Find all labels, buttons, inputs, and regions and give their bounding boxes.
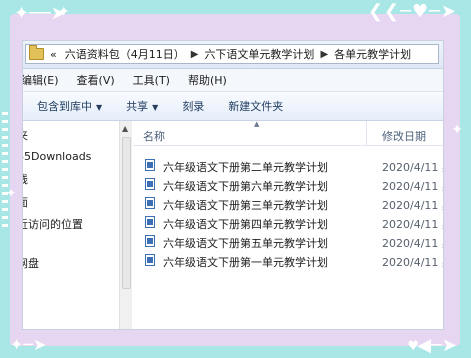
- word-document-icon: [145, 197, 155, 209]
- arrow-decoration-icon: ✦─➤: [10, 335, 47, 354]
- file-date: 2020/4/11 星期: [382, 237, 443, 250]
- word-document-icon: [145, 254, 155, 266]
- overflow-chevron[interactable]: «: [50, 48, 57, 61]
- sort-ascending-icon: ▲: [254, 120, 260, 128]
- file-row[interactable]: 六年级语文下册第六单元教学计划 2020/4/11 星期: [133, 175, 443, 194]
- file-row[interactable]: 六年级语文下册第三单元教学计划 2020/4/11 星期: [133, 194, 443, 213]
- command-bar: 包含到库中 ▼ 共享 ▼ 刻录 新建文件夹: [23, 92, 443, 121]
- nav-item[interactable]: 近访问的位置: [23, 216, 83, 232]
- include-in-library-label: 包含到库中: [37, 100, 92, 113]
- menu-bar: 编辑(E) 查看(V) 工具(T) 帮助(H): [23, 69, 443, 92]
- menu-view[interactable]: 查看(V): [77, 72, 115, 88]
- column-header: 名称 ▲ 修改日期: [133, 120, 443, 146]
- column-divider[interactable]: [366, 121, 367, 145]
- nav-scrollbar[interactable]: ▲: [119, 121, 132, 329]
- breadcrumb-arrow-icon[interactable]: ▶: [191, 49, 199, 60]
- file-row[interactable]: 六年级语文下册第二单元教学计划 2020/4/11 星期: [133, 156, 443, 175]
- address-box[interactable]: « 六语资料包（4月11日） ▶ 六下语文单元教学计划 ▶ 各单元教学计划: [25, 44, 439, 64]
- burn-button[interactable]: 刻录: [182, 98, 204, 114]
- nav-item[interactable]: 夹: [23, 127, 28, 143]
- share-label: 共享: [126, 100, 149, 113]
- nav-item[interactable]: 线: [23, 171, 28, 187]
- include-in-library-button[interactable]: 包含到库中 ▼: [37, 98, 102, 114]
- file-name: 六年级语文下册第三单元教学计划: [163, 199, 328, 212]
- menu-help[interactable]: 帮助(H): [188, 72, 227, 88]
- file-name: 六年级语文下册第五单元教学计划: [163, 237, 328, 250]
- nav-item[interactable]: 网盘: [23, 255, 39, 271]
- menu-edit[interactable]: 编辑(E): [23, 72, 59, 88]
- breadcrumb-item[interactable]: 六语资料包（4月11日）: [65, 46, 185, 62]
- nav-item[interactable]: 面: [23, 194, 28, 210]
- dropdown-arrow-icon: ▼: [96, 103, 103, 112]
- star-decoration-icon: ✦: [451, 122, 463, 138]
- breadcrumb-item[interactable]: 各单元教学计划: [334, 46, 411, 62]
- file-row[interactable]: 六年级语文下册第四单元教学计划 2020/4/11 星期: [133, 213, 443, 232]
- file-name: 六年级语文下册第一单元教学计划: [163, 256, 328, 269]
- file-row[interactable]: 六年级语文下册第五单元教学计划 2020/4/11 星期: [133, 232, 443, 251]
- star-decoration-icon: ✦: [58, 4, 70, 20]
- word-document-icon: [145, 178, 155, 190]
- name-column-header[interactable]: 名称: [143, 128, 165, 144]
- file-row[interactable]: 六年级语文下册第一单元教学计划 2020/4/11 星期: [133, 251, 443, 270]
- stripe-decoration: [2, 112, 8, 232]
- menu-tools[interactable]: 工具(T): [133, 72, 170, 88]
- file-name: 六年级语文下册第二单元教学计划: [163, 161, 328, 174]
- file-date: 2020/4/11 星期: [382, 180, 443, 193]
- file-list: 名称 ▲ 修改日期 六年级语文下册第二单元教学计划 2020/4/11 星期 六…: [133, 120, 443, 329]
- nav-item[interactable]: 45Downloads: [23, 150, 91, 163]
- new-folder-button[interactable]: 新建文件夹: [228, 98, 283, 114]
- word-document-icon: [145, 235, 155, 247]
- file-date: 2020/4/11 星期: [382, 218, 443, 231]
- file-date: 2020/4/11 星期: [382, 199, 443, 212]
- address-bar: « 六语资料包（4月11日） ▶ 六下语文单元教学计划 ▶ 各单元教学计划: [23, 41, 443, 69]
- scrollbar-thumb[interactable]: [122, 137, 131, 289]
- arrow-decoration-icon: ◀─➤: [417, 335, 457, 356]
- breadcrumb-arrow-icon[interactable]: ▶: [320, 49, 328, 60]
- word-document-icon: [145, 216, 155, 228]
- heart-decoration-icon: ♥: [407, 339, 419, 354]
- file-name: 六年级语文下册第四单元教学计划: [163, 218, 328, 231]
- share-button[interactable]: 共享 ▼: [126, 98, 158, 114]
- file-date: 2020/4/11 星期: [382, 256, 443, 269]
- folder-icon: [29, 45, 44, 60]
- dropdown-arrow-icon: ▼: [152, 103, 159, 112]
- scroll-up-icon[interactable]: ▲: [122, 124, 128, 133]
- date-modified-column-header[interactable]: 修改日期: [382, 128, 426, 144]
- word-document-icon: [145, 159, 155, 171]
- arrow-decoration-icon: ❮❮─♥─➤: [367, 1, 457, 22]
- file-name: 六年级语文下册第六单元教学计划: [163, 180, 328, 193]
- navigation-pane: 夹 45Downloads 线 面 近访问的位置 网盘: [23, 121, 120, 329]
- breadcrumb-item[interactable]: 六下语文单元教学计划: [204, 46, 314, 62]
- file-date: 2020/4/11 星期: [382, 161, 443, 174]
- explorer-window: « 六语资料包（4月11日） ▶ 六下语文单元教学计划 ▶ 各单元教学计划 编辑…: [22, 40, 444, 330]
